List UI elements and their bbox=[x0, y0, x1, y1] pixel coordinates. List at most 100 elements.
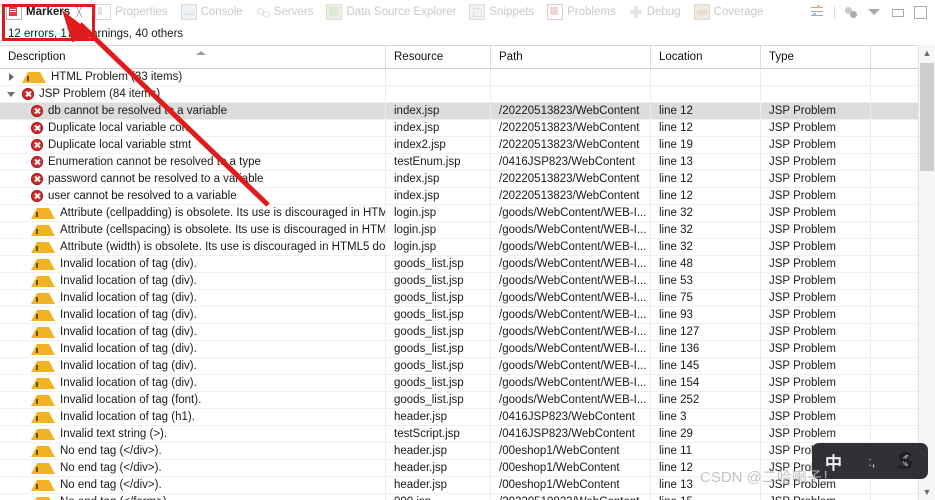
tab-coverage[interactable]: Coverage bbox=[688, 1, 771, 23]
resource-cell: header.jsp bbox=[386, 477, 491, 493]
warning-marker-icon bbox=[31, 479, 55, 491]
group-description-cell: HTML Problem (33 items) bbox=[0, 69, 386, 85]
tab-data-source-explorer[interactable]: Data Source Explorer bbox=[320, 1, 463, 23]
table-row[interactable]: Attribute (cellspacing) is obsolete. Its… bbox=[0, 222, 935, 239]
table-row[interactable]: Invalid location of tag (div). goods_list… bbox=[0, 358, 935, 375]
location-cell: line 136 bbox=[651, 341, 761, 357]
description-cell: Attribute (width) is obsolete. Its use i… bbox=[0, 239, 386, 255]
location-cell: line 32 bbox=[651, 222, 761, 238]
table-row[interactable]: Invalid text string (>). testScript.jsp/0… bbox=[0, 426, 935, 443]
column-header-path[interactable]: Path bbox=[491, 46, 651, 68]
chevron-right-icon[interactable] bbox=[6, 72, 17, 83]
type-cell: JSP Problem bbox=[761, 324, 871, 340]
description-text: Duplicate local variable con bbox=[48, 122, 188, 134]
table-row[interactable]: Invalid location of tag (div). goods_list… bbox=[0, 273, 935, 290]
error-marker-icon bbox=[22, 88, 34, 100]
table-row[interactable]: Invalid location of tag (div). goods_list… bbox=[0, 290, 935, 307]
marker-summary: 12 errors, 173 warnings, 40 others bbox=[0, 24, 935, 44]
table-row[interactable]: No end tag (</div>). header.jsp/00eshop1/… bbox=[0, 443, 935, 460]
path-cell: /goods/WebContent/WEB-I... bbox=[491, 375, 651, 391]
description-text: Invalid location of tag (font). bbox=[60, 394, 202, 406]
type-cell: JSP Problem bbox=[761, 137, 871, 153]
view-menu-icon[interactable] bbox=[867, 5, 881, 19]
tab-servers[interactable]: Servers bbox=[250, 1, 321, 23]
chevron-down-icon[interactable] bbox=[6, 89, 17, 100]
resource-cell: goods_list.jsp bbox=[386, 256, 491, 272]
table-row[interactable]: db cannot be resolved to a variable index… bbox=[0, 103, 935, 120]
vertical-scrollbar[interactable]: ▲ ▼ bbox=[918, 45, 935, 500]
table-row[interactable]: Duplicate local variable stmt index2.jsp /… bbox=[0, 137, 935, 154]
description-text: Invalid location of tag (div). bbox=[60, 377, 197, 389]
tab-snippets[interactable]: Snippets bbox=[463, 1, 541, 23]
group-path-cell bbox=[491, 86, 651, 102]
table-row[interactable]: Invalid location of tag (h1). header.jsp /… bbox=[0, 409, 935, 426]
warning-marker-icon bbox=[31, 241, 55, 253]
tab-console[interactable]: Console bbox=[175, 1, 250, 23]
column-header-resource[interactable]: Resource bbox=[386, 46, 491, 68]
location-cell: line 93 bbox=[651, 307, 761, 323]
tab-markers[interactable]: Markers ╳ bbox=[0, 1, 89, 23]
tab-problems[interactable]: Problems bbox=[541, 1, 623, 23]
type-cell: JSP Problem bbox=[761, 426, 871, 442]
maximize-icon[interactable] bbox=[913, 5, 927, 19]
close-icon[interactable]: ╳ bbox=[76, 7, 82, 18]
table-row[interactable]: Invalid location of tag (font). goods_lis… bbox=[0, 392, 935, 409]
problems-icon bbox=[547, 4, 564, 20]
table-row[interactable]: password cannot be resolved to a variabl… bbox=[0, 171, 935, 188]
group-type-cell bbox=[761, 86, 871, 102]
path-cell: /0416JSP823/WebContent bbox=[491, 154, 651, 170]
column-header-type[interactable]: Type bbox=[761, 46, 871, 68]
table-row[interactable]: Attribute (cellpadding) is obsolete. Its… bbox=[0, 205, 935, 222]
description-cell: Duplicate local variable stmt bbox=[0, 137, 386, 153]
location-cell: line 127 bbox=[651, 324, 761, 340]
scroll-up-icon[interactable]: ▲ bbox=[919, 45, 935, 61]
description-cell: Invalid text string (>). bbox=[0, 426, 386, 442]
description-text: Attribute (width) is obsolete. Its use i… bbox=[60, 241, 386, 253]
sogou-logo-icon[interactable]: S bbox=[895, 445, 929, 477]
group-by-icon[interactable] bbox=[844, 5, 858, 19]
table-row[interactable]: Enumeration cannot be resolved to a type… bbox=[0, 154, 935, 171]
description-cell: No end tag (</div>). bbox=[0, 477, 386, 493]
resource-cell: goods_list.jsp bbox=[386, 307, 491, 323]
description-text: user cannot be resolved to a variable bbox=[48, 190, 237, 202]
markers-table: Description Resource Path Location Type … bbox=[0, 45, 935, 500]
path-cell: /goods/WebContent/WEB-I... bbox=[491, 290, 651, 306]
scroll-down-icon[interactable]: ▼ bbox=[919, 484, 935, 500]
path-cell: /goods/WebContent/WEB-I... bbox=[491, 239, 651, 255]
tab-label: Coverage bbox=[713, 6, 764, 18]
table-row[interactable]: Invalid location of tag (div). goods_list… bbox=[0, 324, 935, 341]
tab-properties[interactable]: Properties bbox=[89, 1, 174, 23]
group-description-cell: JSP Problem (84 items) bbox=[0, 86, 386, 102]
scrollbar-thumb[interactable] bbox=[920, 63, 934, 171]
tab-debug[interactable]: Debug bbox=[623, 1, 688, 23]
table-row[interactable]: Duplicate local variable con index.jsp/20… bbox=[0, 120, 935, 137]
location-cell: line 75 bbox=[651, 290, 761, 306]
resource-cell: goods_list.jsp bbox=[386, 273, 491, 289]
description-text: Duplicate local variable stmt bbox=[48, 139, 192, 151]
table-row[interactable]: Invalid location of tag (div). goods_list… bbox=[0, 256, 935, 273]
table-row[interactable]: Invalid location of tag (div). goods_list… bbox=[0, 341, 935, 358]
warning-marker-icon bbox=[31, 411, 55, 423]
table-row[interactable]: No end tag (</form>). 000.jsp/20220510823… bbox=[0, 494, 935, 500]
warning-marker-icon bbox=[31, 292, 55, 304]
minimize-icon[interactable] bbox=[890, 5, 904, 19]
filter-icon[interactable] bbox=[811, 5, 825, 19]
table-row[interactable]: Invalid location of tag (div). goods_list… bbox=[0, 375, 935, 392]
ime-punctuation-icon[interactable]: ː, bbox=[868, 454, 875, 469]
tab-label: Data Source Explorer bbox=[346, 6, 457, 18]
resource-cell: index.jsp bbox=[386, 103, 491, 119]
table-row[interactable]: user cannot be resolved to a variable ind… bbox=[0, 188, 935, 205]
column-header-location[interactable]: Location bbox=[651, 46, 761, 68]
table-row[interactable]: Attribute (width) is obsolete. Its use i… bbox=[0, 239, 935, 256]
description-cell: Invalid location of tag (div). bbox=[0, 324, 386, 340]
resource-cell: index2.jsp bbox=[386, 137, 491, 153]
table-row[interactable]: Invalid location of tag (div). goods_list… bbox=[0, 307, 935, 324]
column-header-description[interactable]: Description bbox=[0, 46, 386, 68]
description-cell: No end tag (</div>). bbox=[0, 460, 386, 476]
resource-cell: goods_list.jsp bbox=[386, 324, 491, 340]
path-cell: /goods/WebContent/WEB-I... bbox=[491, 222, 651, 238]
description-cell: Enumeration cannot be resolved to a type bbox=[0, 154, 386, 170]
table-group-row[interactable]: HTML Problem (33 items) bbox=[0, 69, 935, 86]
view-tab-bar: Markers ╳ Properties Console Servers Dat… bbox=[0, 0, 935, 25]
table-group-row[interactable]: JSP Problem (84 items) bbox=[0, 86, 935, 103]
